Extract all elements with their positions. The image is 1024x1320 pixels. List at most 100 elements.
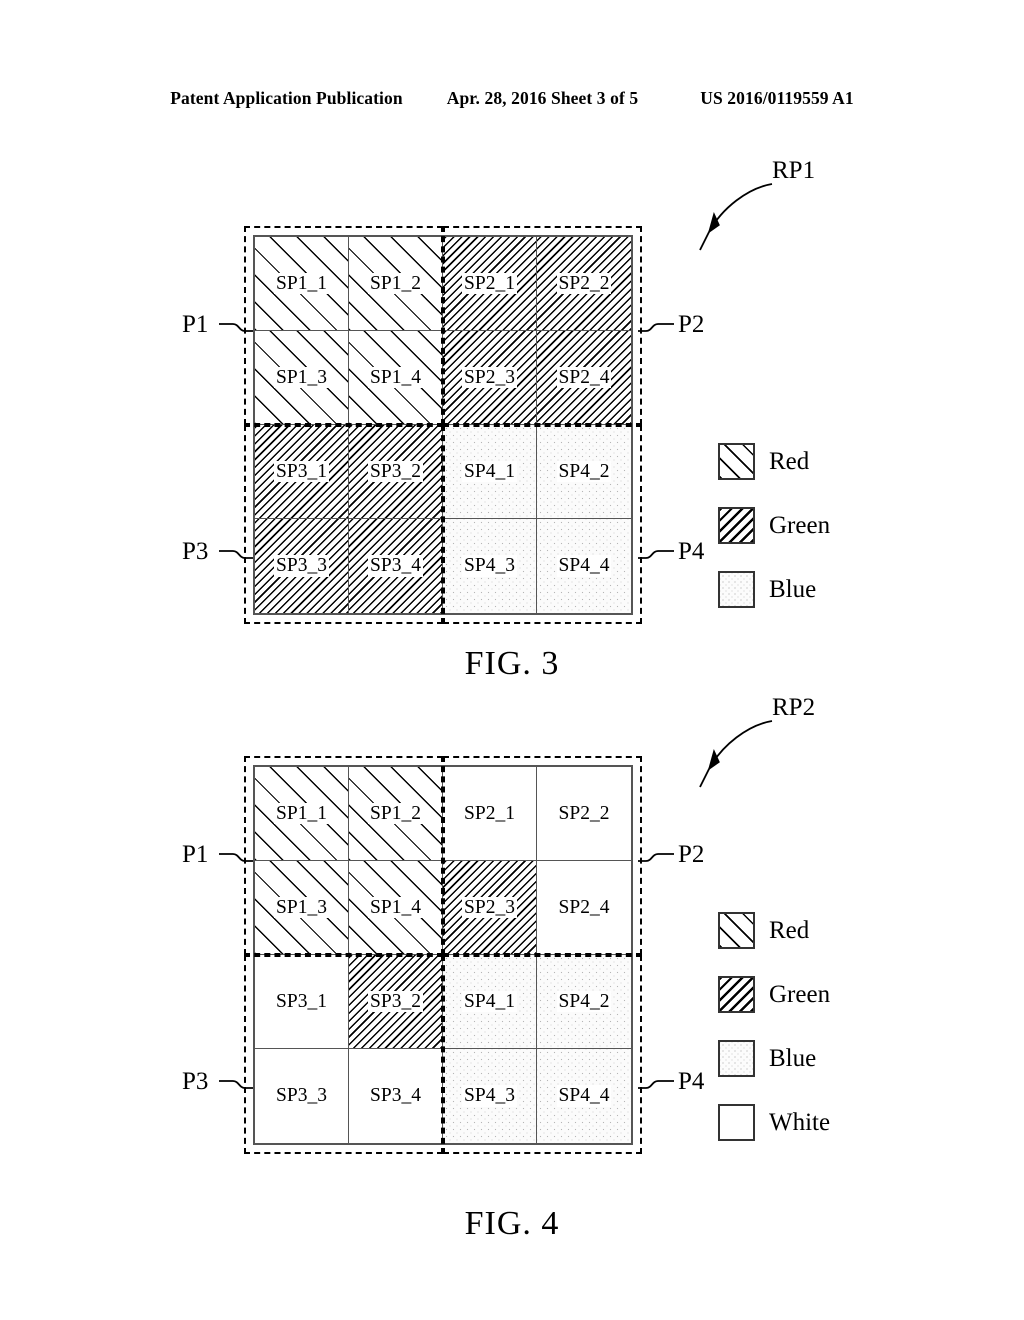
legend-row: Green [718, 507, 830, 544]
subpixel-cell: SP1_1 [255, 767, 349, 861]
subpixel-cell: SP3_3 [255, 519, 349, 613]
subpixel-cell: SP2_2 [537, 237, 631, 331]
pixel-grid-rp1: SP1_1 SP1_2 SP2_1 SP2_2 SP1_3 SP1_4 SP2_3 SP2_4… [253, 235, 633, 615]
figure-4: RP2 P1 P2 P3 P4 SP1_1 SP1_2 SP2_1 SP2_2 SP1_… [0, 680, 1024, 1300]
subpixel-label: SP3_4 [368, 1085, 423, 1107]
subpixel-label: SP2_4 [556, 896, 612, 919]
callout-arrow-rp2 [699, 720, 773, 788]
subpixel-label: SP2_2 [556, 802, 612, 825]
subpixel-label: SP3_3 [274, 1085, 329, 1107]
subpixel-label: SP2_1 [462, 802, 517, 825]
subpixel-cell: SP4_1 [443, 955, 537, 1049]
subpixel-label: SP1_1 [274, 802, 329, 825]
page-header: Patent Application Publication Apr. 28, … [0, 88, 1024, 109]
subpixel-label: SP3_4 [368, 555, 423, 577]
quadrant-label-p4: P4 [678, 1068, 705, 1095]
subpixel-cell: SP3_2 [349, 425, 443, 519]
subpixel-label: SP4_3 [462, 1085, 517, 1107]
quadrant-label-p3: P3 [182, 538, 209, 565]
subpixel-cell: SP2_4 [537, 331, 631, 425]
legend-label: Green [769, 511, 831, 539]
subpixel-cell: SP1_3 [255, 861, 349, 955]
legend-label: White [769, 1108, 831, 1136]
legend-label: Blue [769, 1044, 817, 1072]
legend-row: White [718, 1104, 830, 1141]
leader-line-p2 [638, 323, 674, 332]
subpixel-cell: SP1_4 [349, 331, 443, 425]
quadrant-label-p1: P1 [182, 311, 209, 338]
pixel-grid-rp1-wrap: SP1_1 SP1_2 SP2_1 SP2_2 SP1_3 SP1_4 SP2_3 SP2_4… [244, 226, 642, 624]
quadrant-label-p2: P2 [678, 311, 705, 338]
legend-row: Blue [718, 1040, 830, 1077]
legend-swatch-blue [718, 1040, 755, 1077]
pixel-grid-rp2-wrap: SP1_1 SP1_2 SP2_1 SP2_2 SP1_3 SP1_4 SP2_3 SP2_4… [244, 756, 642, 1154]
leader-line-p4 [638, 1080, 674, 1089]
leader-line-p1 [219, 323, 253, 332]
callout-arrow-rp1 [699, 183, 773, 251]
leader-line-p3 [219, 550, 253, 559]
subpixel-label: SP4_1 [462, 460, 517, 483]
subpixel-label: SP4_4 [556, 1085, 612, 1107]
subpixel-label: SP3_1 [274, 990, 329, 1013]
legend-swatch-green [718, 507, 755, 544]
legend-rp1: Red Green Blue [718, 443, 830, 635]
subpixel-cell: SP4_2 [537, 425, 631, 519]
legend-row: Red [718, 443, 830, 480]
figure-3-caption: FIG. 3 [464, 645, 560, 682]
quadrant-label-p4: P4 [678, 538, 705, 565]
subpixel-label: SP1_2 [368, 802, 423, 825]
subpixel-label: SP4_2 [556, 990, 612, 1013]
subpixel-label: SP1_2 [368, 272, 423, 295]
subpixel-cell: SP2_1 [443, 767, 537, 861]
subpixel-label: SP2_2 [556, 272, 612, 295]
figure-4-caption: FIG. 4 [464, 1205, 560, 1242]
subpixel-cell: SP3_4 [349, 1049, 443, 1143]
subpixel-label: SP1_1 [274, 272, 329, 295]
legend-label: Red [769, 447, 810, 475]
figure-3: RP1 P1 P2 P3 P4 SP1_1 SP1_2 SP2_1 SP2_2 SP1_… [0, 150, 1024, 695]
header-publication: Patent Application Publication [170, 88, 403, 108]
legend-label: Red [769, 916, 810, 944]
subpixel-label: SP4_1 [462, 990, 517, 1013]
header-patent-number: US 2016/0119559 A1 [700, 88, 854, 108]
subpixel-label: SP4_4 [556, 555, 612, 577]
quadrant-label-p3: P3 [182, 1068, 209, 1095]
subpixel-cell: SP3_1 [255, 425, 349, 519]
subpixel-label: SP3_3 [274, 555, 329, 577]
subpixel-cell: SP1_2 [349, 767, 443, 861]
subpixel-cell: SP2_4 [537, 861, 631, 955]
subpixel-cell: SP2_1 [443, 237, 537, 331]
subpixel-label: SP4_2 [556, 460, 612, 483]
subpixel-cell: SP4_3 [443, 519, 537, 613]
legend-swatch-blue [718, 571, 755, 608]
subpixel-cell: SP1_4 [349, 861, 443, 955]
legend-row: Green [718, 976, 830, 1013]
legend-swatch-green [718, 976, 755, 1013]
legend-swatch-red [718, 912, 755, 949]
subpixel-label: SP3_2 [368, 460, 423, 483]
quadrant-label-p2: P2 [678, 841, 705, 868]
subpixel-cell: SP3_3 [255, 1049, 349, 1143]
subpixel-cell: SP2_2 [537, 767, 631, 861]
quadrant-label-p1: P1 [182, 841, 209, 868]
subpixel-cell: SP1_3 [255, 331, 349, 425]
subpixel-label: SP1_3 [274, 366, 329, 389]
legend-rp2: Red Green Blue White [718, 912, 830, 1168]
leader-line-p1 [219, 853, 253, 862]
header-date-sheet: Apr. 28, 2016 Sheet 3 of 5 [446, 88, 639, 108]
subpixel-cell: SP4_2 [537, 955, 631, 1049]
subpixel-label: SP3_1 [274, 460, 329, 483]
legend-row: Blue [718, 571, 830, 608]
leader-line-p2 [638, 853, 674, 862]
leader-line-p3 [219, 1080, 253, 1089]
subpixel-label: SP2_4 [556, 366, 612, 389]
subpixel-cell: SP2_3 [443, 861, 537, 955]
subpixel-label: SP2_3 [462, 896, 517, 919]
subpixel-cell: SP1_2 [349, 237, 443, 331]
subpixel-label: SP1_4 [368, 366, 423, 389]
subpixel-label: SP4_3 [462, 555, 517, 577]
subpixel-label: SP1_4 [368, 896, 423, 919]
subpixel-label: SP1_3 [274, 896, 329, 919]
legend-label: Blue [769, 575, 817, 603]
subpixel-cell: SP2_3 [443, 331, 537, 425]
